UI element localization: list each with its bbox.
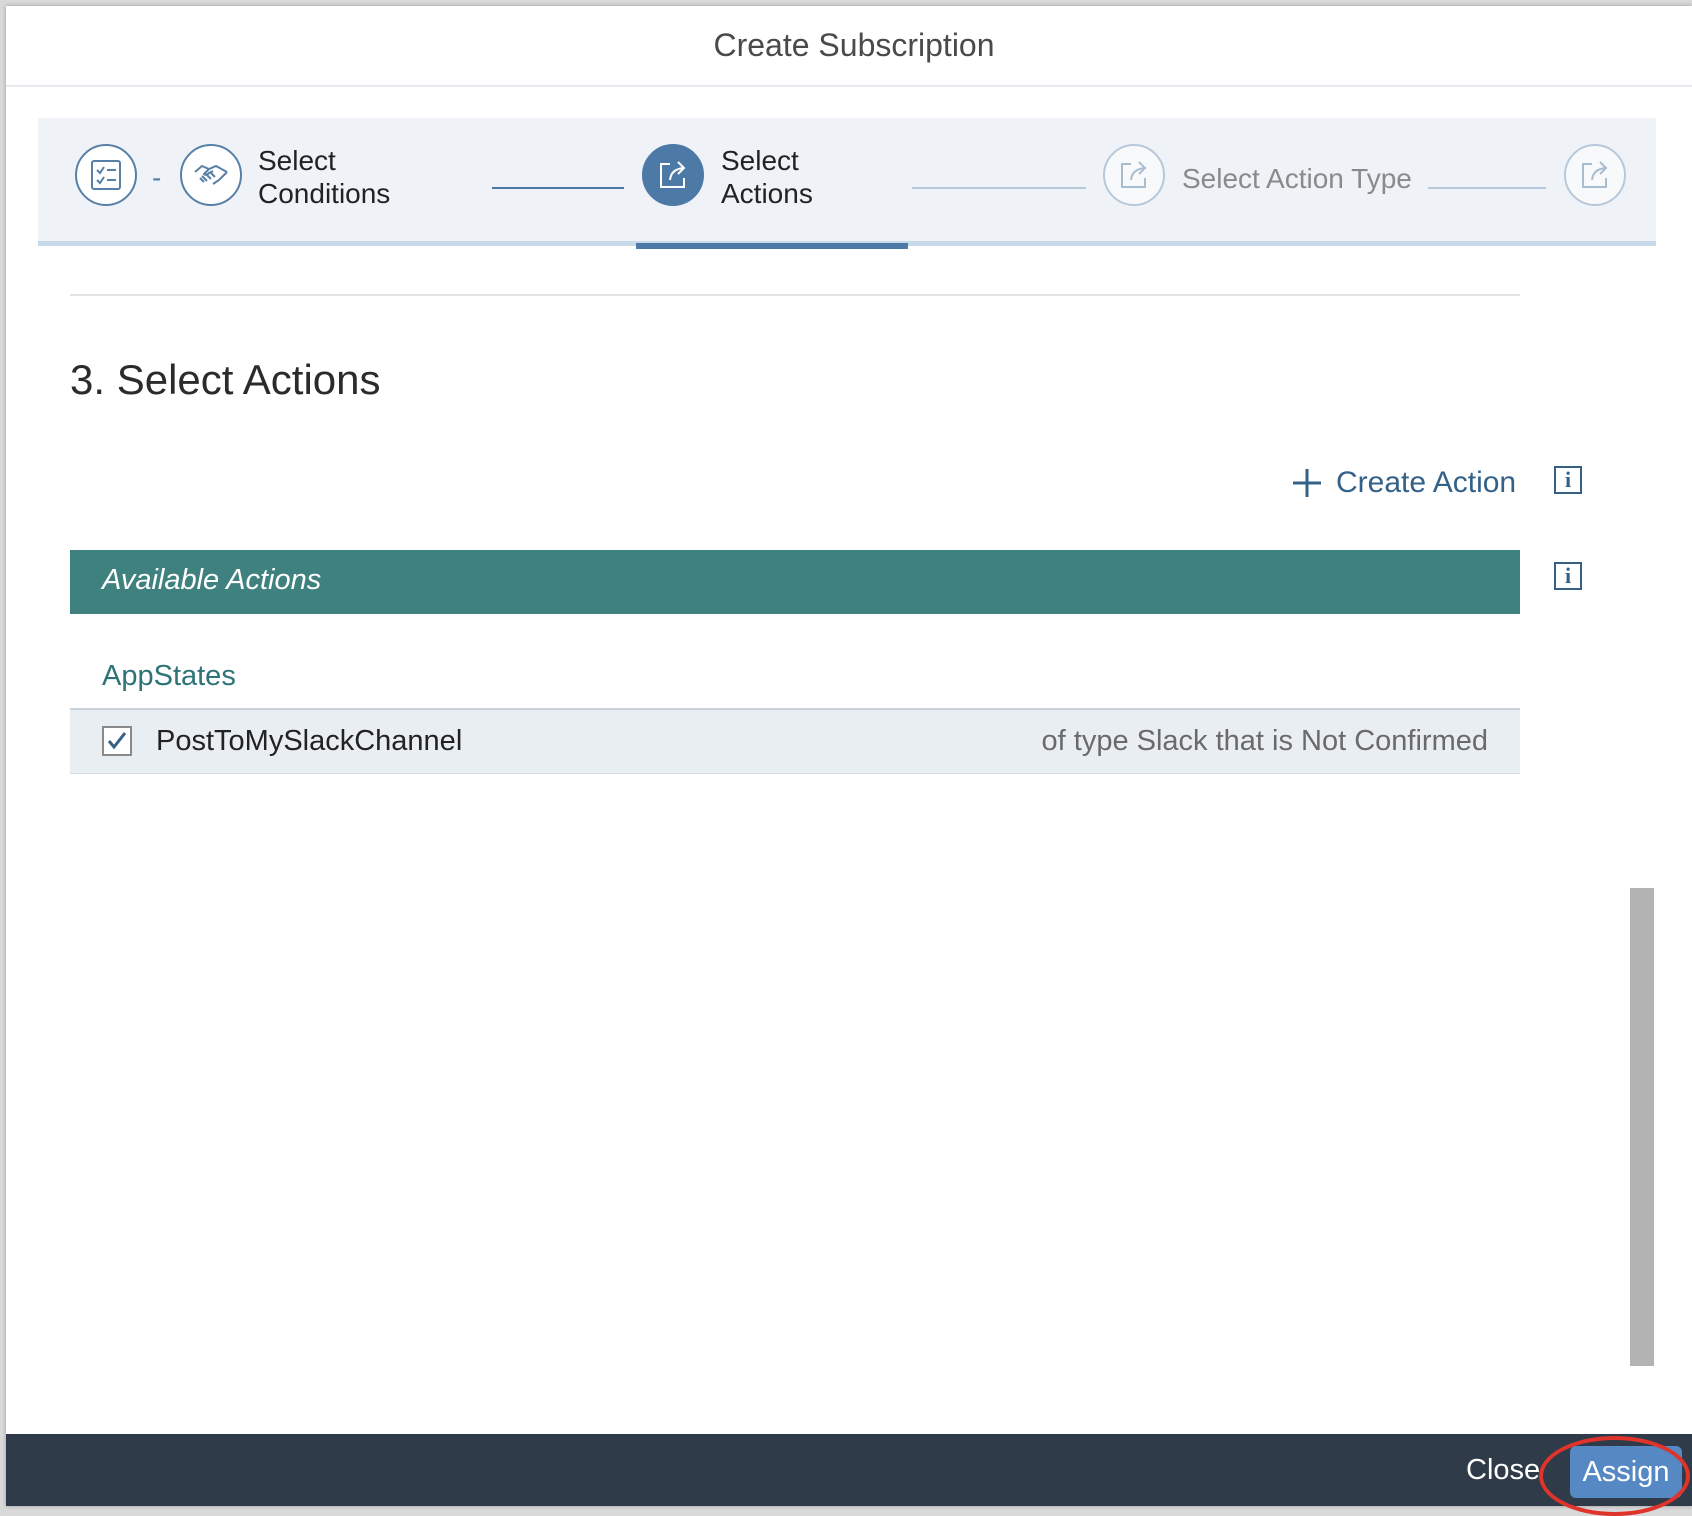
create-subscription-dialog: Create Subscription - Select Conditions …	[6, 6, 1692, 1506]
info-icon[interactable]: i	[1554, 562, 1582, 590]
step-label-line: Select	[258, 145, 336, 176]
info-icon[interactable]: i	[1554, 466, 1582, 494]
dialog-header: Create Subscription	[6, 6, 1692, 87]
step-label-line: Conditions	[258, 178, 391, 209]
step-checklist[interactable]	[75, 144, 137, 206]
dialog-footer: Close Assign	[6, 1434, 1692, 1506]
step-label-conditions: Select Conditions	[258, 144, 390, 210]
share-icon	[1582, 161, 1608, 188]
step-final[interactable]	[1564, 144, 1626, 206]
step-select-actions[interactable]	[642, 144, 704, 206]
create-action-label: Create Action	[1336, 466, 1517, 499]
wizard-connector	[492, 187, 624, 189]
action-description: of type Slack that is Not Confirmed	[1041, 725, 1488, 757]
group-label: AppStates	[102, 660, 236, 692]
step-label-action-type: Select Action Type	[1182, 163, 1412, 194]
step-select-conditions[interactable]	[180, 144, 242, 206]
wizard-connector	[1428, 187, 1546, 189]
wizard-connector	[912, 187, 1086, 189]
dialog-title: Create Subscription	[713, 27, 995, 63]
active-step-indicator	[636, 243, 908, 249]
list-item[interactable]: PostToMySlackChannel of type Slack that …	[70, 708, 1520, 774]
step-label-line: Actions	[721, 178, 813, 209]
checklist-icon	[91, 160, 121, 190]
action-name: PostToMySlackChannel	[156, 725, 463, 757]
create-action-button[interactable]: Create Action	[1292, 466, 1516, 500]
wizard-progress: - Select Conditions Select Actions Selec…	[38, 118, 1656, 249]
close-button[interactable]: Close	[1458, 1446, 1548, 1494]
scrollbar[interactable]	[1630, 888, 1654, 1366]
divider	[70, 294, 1520, 296]
handshake-icon	[194, 164, 228, 185]
wizard-separator: -	[152, 162, 162, 193]
action-checkbox[interactable]	[102, 726, 132, 756]
step-label-line: Select	[721, 145, 799, 176]
step-label-actions: Select Actions	[721, 144, 813, 210]
plus-icon	[1293, 469, 1321, 497]
available-actions-title: Available Actions	[102, 564, 322, 596]
share-icon	[660, 161, 686, 188]
step-select-action-type[interactable]	[1103, 144, 1165, 206]
available-actions-header: Available Actions	[70, 550, 1520, 614]
share-icon	[1121, 161, 1147, 188]
section-title: 3. Select Actions	[70, 356, 381, 403]
checkmark-icon	[107, 732, 127, 750]
assign-button[interactable]: Assign	[1570, 1446, 1682, 1498]
